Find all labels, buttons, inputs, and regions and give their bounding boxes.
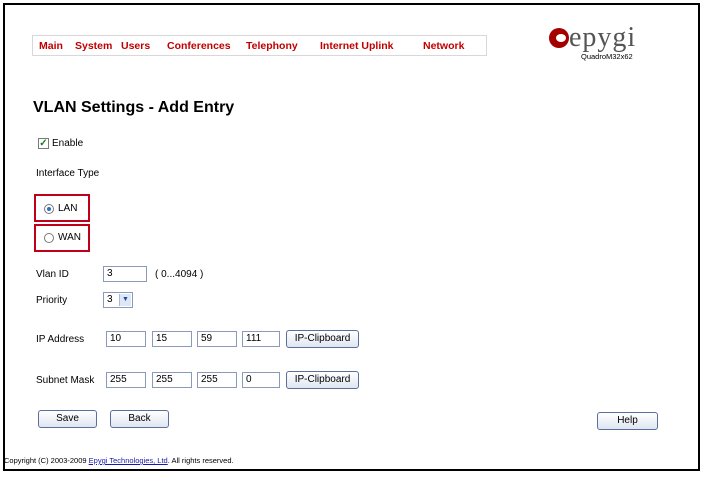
ip-address-label: IP Address	[36, 334, 85, 345]
priority-select[interactable]: 3 ▼	[103, 292, 133, 308]
nav-item-conferences[interactable]: Conferences	[167, 40, 231, 52]
lan-label: LAN	[58, 203, 78, 214]
enable-checkbox[interactable]: ✓	[38, 138, 49, 149]
back-button[interactable]: Back	[110, 410, 169, 428]
save-button[interactable]: Save	[38, 410, 97, 428]
epygi-logo: epygi QuadroM32x62	[549, 22, 679, 78]
vlan-id-range: ( 0...4094 )	[155, 269, 204, 280]
wan-radio[interactable]	[44, 233, 54, 243]
page-title: VLAN Settings - Add Entry	[33, 99, 235, 116]
copyright-footer: Copyright (C) 2003-2009 Epygi Technologi…	[4, 456, 234, 465]
help-button[interactable]: Help	[597, 412, 658, 430]
device-model: QuadroM32x62	[581, 52, 633, 61]
nav-item-internet-uplink[interactable]: Internet Uplink	[320, 40, 394, 52]
subnet-octet-4-input[interactable]: 0	[242, 372, 280, 388]
copyright-suffix: . All rights reserved.	[167, 456, 234, 465]
subnet-clipboard-button[interactable]: IP-Clipboard	[286, 371, 359, 389]
vlan-id-input[interactable]: 3	[103, 266, 147, 282]
subnet-octet-2-input[interactable]: 255	[152, 372, 192, 388]
wan-label: WAN	[58, 232, 81, 243]
ip-octet-2-input[interactable]: 15	[152, 331, 192, 347]
ip-octet-1-input[interactable]: 10	[106, 331, 146, 347]
nav-item-telephony[interactable]: Telephony	[246, 40, 298, 52]
interface-type-label: Interface Type	[36, 168, 100, 179]
subnet-mask-label: Subnet Mask	[36, 375, 95, 386]
nav-item-users[interactable]: Users	[121, 40, 150, 52]
main-nav-bar: Main System Users Conferences Telephony …	[32, 35, 487, 56]
priority-value: 3	[107, 294, 113, 305]
nav-item-system[interactable]: System	[75, 40, 112, 52]
lan-radio[interactable]	[44, 204, 54, 214]
nav-item-main[interactable]: Main	[39, 40, 63, 52]
subnet-octet-1-input[interactable]: 255	[106, 372, 146, 388]
vlan-id-label: Vlan ID	[36, 269, 69, 280]
copyright-prefix: Copyright (C) 2003-2009	[4, 456, 89, 465]
subnet-octet-3-input[interactable]: 255	[197, 372, 237, 388]
ip-octet-4-input[interactable]: 111	[242, 331, 280, 347]
nav-item-network[interactable]: Network	[423, 40, 464, 52]
logo-word: epygi	[569, 22, 637, 53]
priority-label: Priority	[36, 295, 68, 306]
enable-label: Enable	[52, 138, 84, 149]
chevron-down-icon[interactable]: ▼	[119, 294, 131, 306]
ip-octet-3-input[interactable]: 59	[197, 331, 237, 347]
epygi-logo-icon	[549, 28, 569, 48]
epygi-link[interactable]: Epygi Technologies, Ltd	[89, 456, 168, 465]
ip-clipboard-button[interactable]: IP-Clipboard	[286, 330, 359, 348]
